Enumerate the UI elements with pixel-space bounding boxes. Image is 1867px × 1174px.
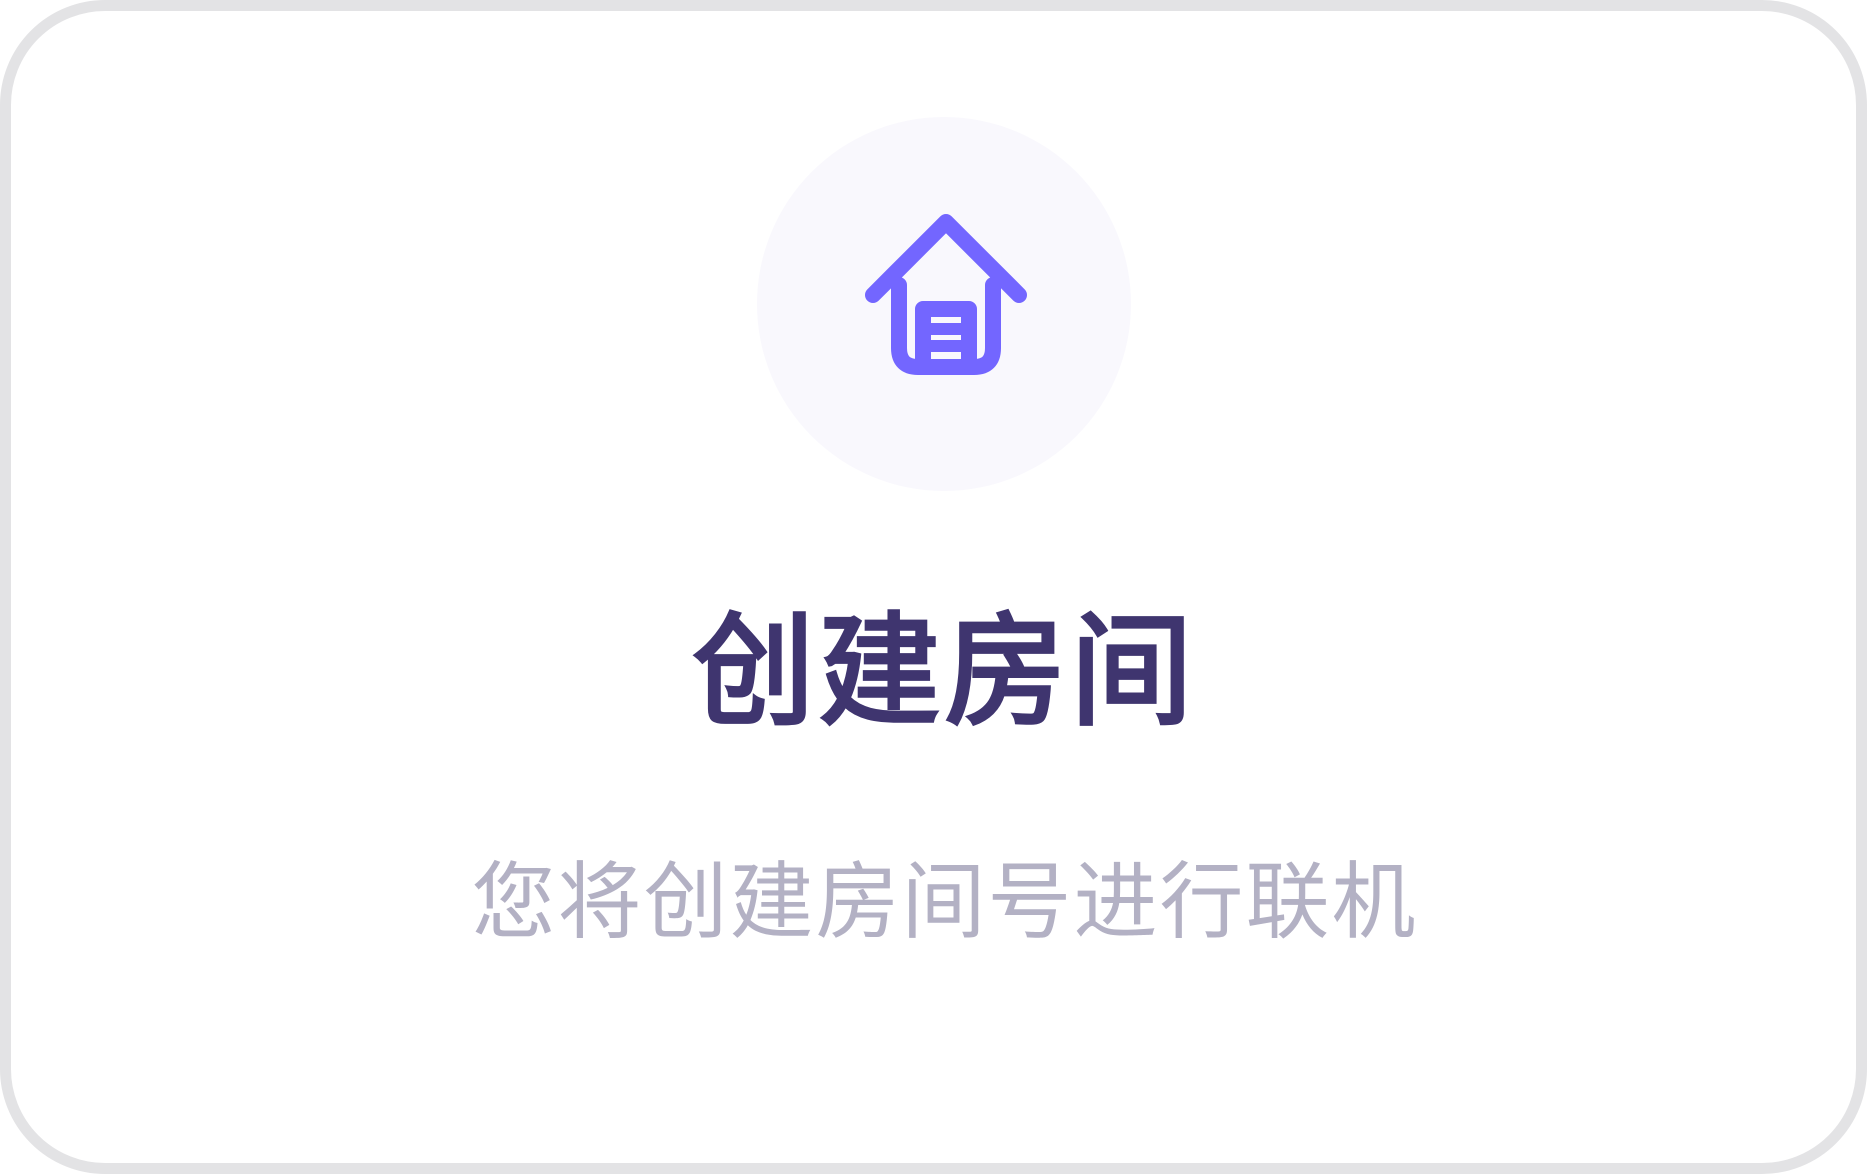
card-subtitle: 您将创建房间号进行联机 bbox=[471, 853, 1418, 951]
card-title: 创建房间 bbox=[692, 601, 1197, 743]
icon-background bbox=[757, 117, 1131, 491]
house-icon bbox=[865, 214, 1027, 375]
create-room-card[interactable]: 创建房间 您将创建房间号进行联机 bbox=[0, 0, 1867, 1174]
